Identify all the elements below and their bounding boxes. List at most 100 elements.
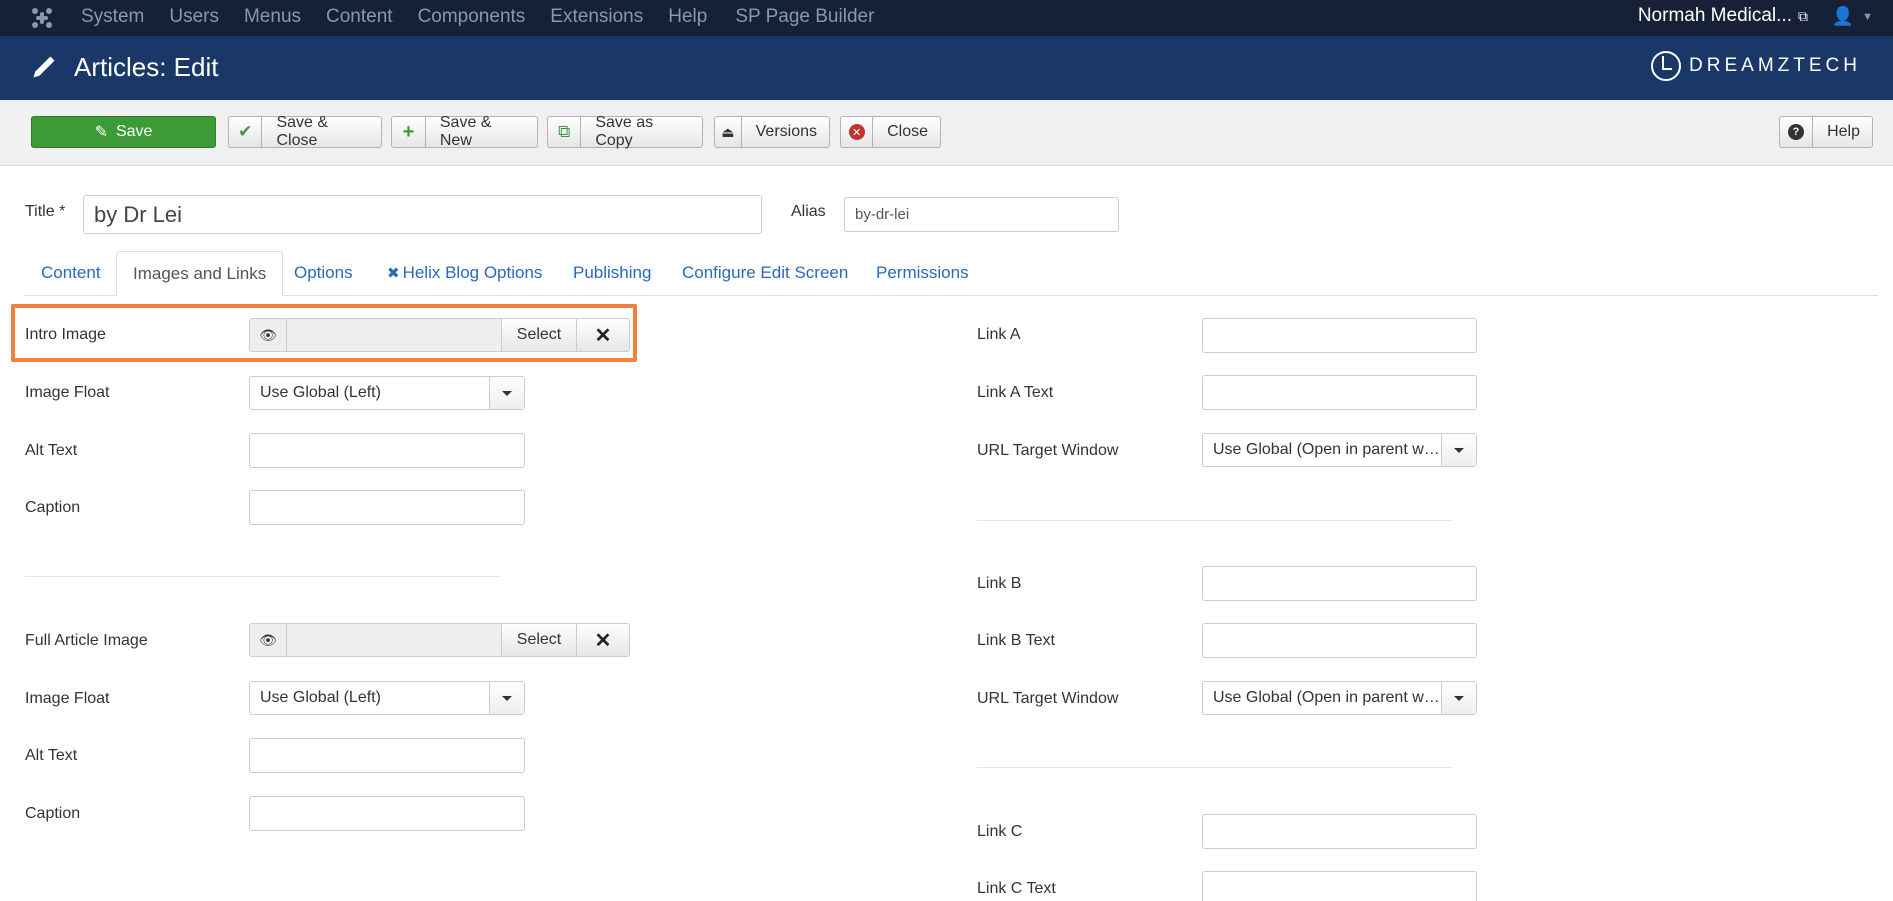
link-c-input[interactable] (1202, 814, 1477, 849)
save-label: Save (115, 123, 153, 140)
menu-menus[interactable]: Menus (244, 6, 301, 28)
external-link-icon: ⧉ (1798, 7, 1808, 24)
user-icon: 👤 (1831, 6, 1855, 26)
eye-icon[interactable]: 👁 (249, 623, 286, 657)
help-label: Help (1827, 123, 1860, 140)
title-input[interactable]: by Dr Lei (83, 195, 762, 234)
intro-caption-label: Caption (25, 499, 81, 516)
full-caption-label: Caption (25, 805, 81, 822)
help-icon: ? (1780, 117, 1814, 147)
check-icon: ✔ (229, 117, 263, 147)
intro-alt-text-label: Alt Text (25, 442, 78, 459)
copy-icon: ⧉ (548, 117, 582, 147)
menu-help[interactable]: Help (668, 6, 707, 28)
link-a-label: Link A (977, 326, 1021, 343)
menu-components[interactable]: Components (418, 6, 526, 28)
full-image-field: 👁 Select ✕ (249, 623, 630, 657)
save-button[interactable]: ✎ Save (31, 116, 216, 148)
full-alt-text-input[interactable] (249, 738, 525, 773)
pencil-icon (33, 56, 55, 78)
full-caption-input[interactable] (249, 796, 525, 831)
alias-label: Alias (791, 203, 826, 220)
intro-alt-text-input[interactable] (249, 433, 525, 468)
link-a-target-label: URL Target Window (977, 442, 1119, 459)
chevron-down-icon (1441, 434, 1476, 466)
save-new-label: Save & New (439, 114, 492, 149)
link-b-target-select[interactable]: Use Global (Open in parent w… (1202, 681, 1477, 715)
menu-system[interactable]: System (81, 6, 144, 28)
link-a-text-input[interactable] (1202, 375, 1477, 410)
archive-icon: ⏏ (715, 117, 742, 147)
intro-image-float-select[interactable]: Use Global (Left) (249, 376, 525, 410)
intro-caption-input[interactable] (249, 490, 525, 525)
tab-images-and-links[interactable]: Images and Links (116, 251, 284, 296)
intro-image-clear-button[interactable]: ✕ (577, 318, 630, 352)
close-label: Close (887, 123, 928, 140)
link-c-text-input[interactable] (1202, 871, 1477, 901)
joomla-small-icon: ✖ (387, 265, 400, 282)
tab-content[interactable]: Content (25, 251, 117, 295)
intro-image-float-value: Use Global (Left) (260, 384, 381, 401)
joomla-icon[interactable] (30, 6, 54, 30)
title-label: Title * (25, 203, 66, 220)
brand-name: DREAMZTECH (1689, 55, 1861, 76)
tab-helix-label: Helix Blog Options (402, 263, 543, 282)
eye-icon[interactable]: 👁 (249, 318, 286, 352)
close-button[interactable]: ✕ Close (840, 116, 941, 148)
full-image-float-label: Image Float (25, 690, 110, 707)
link-a-text-label: Link A Text (977, 384, 1054, 401)
alias-input[interactable]: by-dr-lei (844, 197, 1119, 232)
full-image-float-select[interactable]: Use Global (Left) (249, 681, 525, 715)
chevron-down-icon (489, 377, 524, 409)
link-a-target-select[interactable]: Use Global (Open in parent w… (1202, 433, 1477, 467)
full-image-float-value: Use Global (Left) (260, 689, 381, 706)
full-alt-text-label: Alt Text (25, 747, 78, 764)
chevron-down-icon: ▼ (1862, 10, 1873, 23)
link-b-text-input[interactable] (1202, 623, 1477, 658)
tab-options[interactable]: Options (278, 251, 369, 295)
intro-image-label: Intro Image (25, 326, 106, 343)
menu-users[interactable]: Users (169, 6, 219, 28)
save-copy-label: Save as Copy (595, 114, 654, 149)
save-copy-button[interactable]: ⧉ Save as Copy (547, 114, 703, 149)
link-b-label: Link B (977, 575, 1022, 592)
divider (977, 520, 1452, 521)
edit-icon: ✎ (94, 124, 108, 141)
link-b-target-value: Use Global (Open in parent w… (1213, 689, 1440, 706)
site-name: Normah Medical... (1637, 5, 1792, 26)
close-icon: ✕ (594, 629, 612, 652)
intro-image-field: 👁 Select ✕ (249, 318, 630, 352)
toolbar: ✎ Save ✔ Save & Close + Save & New ⧉ Sav… (0, 100, 1893, 166)
link-b-text-label: Link B Text (977, 632, 1055, 649)
tab-publishing[interactable]: Publishing (557, 251, 667, 295)
dreamztech-logo-icon (1651, 51, 1682, 81)
link-b-input[interactable] (1202, 566, 1477, 601)
full-image-clear-button[interactable]: ✕ (577, 623, 630, 657)
menu-content[interactable]: Content (326, 6, 393, 28)
full-image-label: Full Article Image (25, 632, 148, 649)
tab-permissions[interactable]: Permissions (860, 251, 985, 295)
menu-sp-page-builder[interactable]: SP Page Builder (735, 6, 874, 28)
tab-helix-blog-options[interactable]: ✖ Helix Blog Options (371, 251, 558, 295)
save-close-button[interactable]: ✔ Save & Close (228, 114, 382, 149)
site-link[interactable]: Normah Medical... ⧉ (1638, 5, 1808, 27)
top-menu: System Users Menus Content Components Ex… (81, 6, 899, 28)
versions-button[interactable]: ⏏ Versions (714, 116, 830, 148)
versions-label: Versions (755, 123, 817, 140)
full-image-select-button[interactable]: Select (502, 623, 577, 657)
plus-icon: + (392, 117, 426, 147)
help-button[interactable]: ? Help (1779, 116, 1873, 148)
intro-image-path (286, 318, 502, 352)
close-icon: ✕ (594, 324, 612, 347)
menu-extensions[interactable]: Extensions (550, 6, 643, 28)
link-a-input[interactable] (1202, 318, 1477, 353)
intro-image-select-button[interactable]: Select (502, 318, 577, 352)
save-new-button[interactable]: + Save & New (391, 114, 538, 149)
chevron-down-icon (489, 682, 524, 714)
tab-configure-edit-screen[interactable]: Configure Edit Screen (666, 251, 864, 295)
user-menu[interactable]: 👤 ▼ (1832, 6, 1873, 27)
divider (25, 576, 500, 577)
tab-bar: Content Images and Links Options ✖ Helix… (24, 251, 1878, 296)
link-b-target-label: URL Target Window (977, 690, 1119, 707)
page-header: Articles: Edit DREAMZTECH (0, 36, 1893, 100)
